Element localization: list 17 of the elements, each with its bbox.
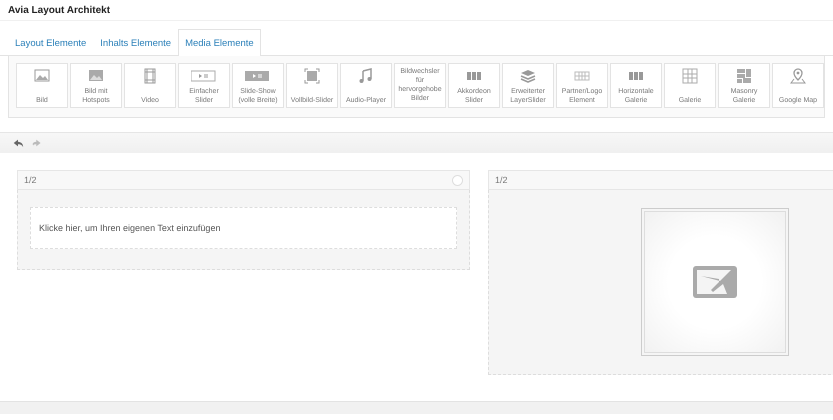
column-size-label: 1/2	[24, 175, 37, 185]
undo-icon[interactable]	[12, 137, 24, 149]
window-title: Avia Layout Architekt	[0, 0, 833, 21]
grid-icon	[681, 67, 699, 85]
tab[interactable]: Layout Elemente	[8, 29, 94, 56]
tab[interactable]: Media Elemente	[178, 29, 261, 56]
text-block[interactable]: Klicke hier, um Ihren eigenen Text einzufügen	[30, 207, 457, 249]
masonry-icon	[735, 67, 753, 85]
circle-icon[interactable]	[452, 174, 463, 186]
image-placeholder[interactable]	[640, 208, 788, 356]
map-pin-icon	[789, 67, 807, 85]
layers-icon	[519, 67, 537, 85]
tab[interactable]: Inhalts Elemente	[93, 29, 178, 56]
fullscreen-icon	[303, 67, 321, 85]
column-size-label: 1/2	[495, 175, 508, 185]
image-icon	[692, 266, 736, 298]
music-note-icon	[357, 67, 375, 85]
